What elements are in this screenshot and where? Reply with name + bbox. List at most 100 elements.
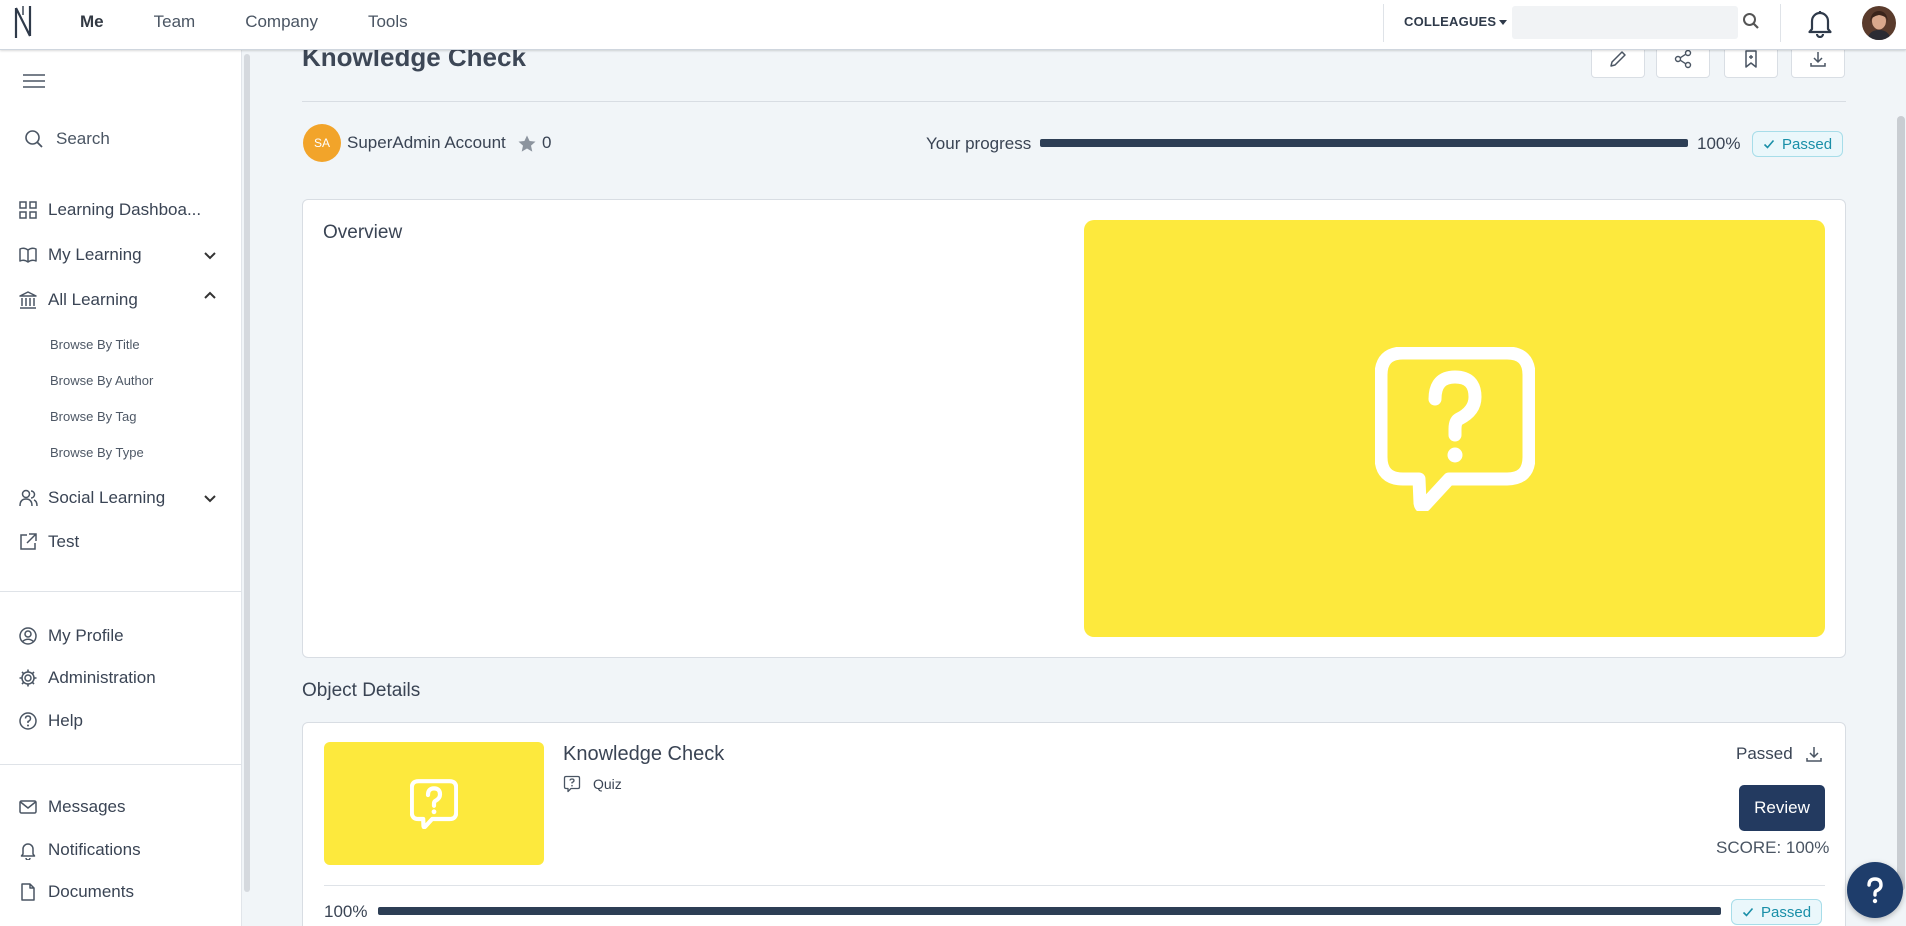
sidebar-item-label: My Learning <box>48 245 142 264</box>
sidebar-divider <box>0 764 242 765</box>
sidebar-item-administration[interactable]: Administration <box>18 665 218 691</box>
progress-fill <box>378 907 1721 915</box>
sidebar-item-my-learning[interactable]: My Learning <box>18 242 218 268</box>
review-button[interactable]: Review <box>1739 785 1825 831</box>
colleague-search-input[interactable] <box>1512 6 1738 39</box>
main-scrollbar[interactable] <box>1897 116 1905 891</box>
gear-icon <box>19 669 37 687</box>
sidebar-search-label: Search <box>56 129 110 148</box>
object-title[interactable]: Knowledge Check <box>563 743 724 766</box>
colleagues-label: COLLEAGUES <box>1404 14 1497 29</box>
user-circle-icon <box>19 627 37 645</box>
object-type-label: Quiz <box>593 776 622 792</box>
score-text: SCORE: 100% <box>1716 838 1830 857</box>
sidebar-sub-browse-author[interactable]: Browse By Author <box>50 373 153 388</box>
chevron-up-icon[interactable] <box>202 288 218 304</box>
user-avatar[interactable] <box>1862 6 1896 40</box>
check-icon <box>1763 139 1775 149</box>
external-link-icon <box>20 533 37 550</box>
quiz-bubble-icon <box>1374 346 1535 511</box>
status-badge-label: Passed <box>1761 903 1812 921</box>
hero-image <box>1084 220 1825 637</box>
topnav-me[interactable]: Me <box>80 12 104 32</box>
check-icon <box>1742 907 1754 917</box>
sidebar-item-documents[interactable]: Documents <box>18 879 218 905</box>
sidebar-item-label: Social Learning <box>48 488 166 507</box>
sidebar-item-messages[interactable]: Messages <box>18 794 218 820</box>
status-badge: Passed <box>1752 131 1844 157</box>
sidebar-item-notifications[interactable]: Notifications <box>18 837 218 863</box>
sidebar-divider <box>0 591 242 592</box>
object-progress-bar <box>378 907 1721 915</box>
sidebar-item-social-learning[interactable]: Social Learning <box>18 485 218 511</box>
help-button[interactable] <box>1847 862 1903 918</box>
quiz-bubble-icon <box>410 778 458 829</box>
progress-fill <box>1040 139 1688 147</box>
object-status: Passed <box>1736 744 1793 763</box>
file-icon <box>21 883 35 901</box>
colleagues-dropdown[interactable]: COLLEAGUES <box>1404 14 1508 29</box>
search-icon[interactable] <box>1742 12 1760 30</box>
object-progress-percent: 100% <box>324 902 368 921</box>
sidebar-search[interactable]: Search <box>24 126 110 152</box>
sidebar-item-label: Help <box>48 711 83 730</box>
bell-icon <box>20 843 36 860</box>
author-name[interactable]: SuperAdmin Account <box>347 133 506 153</box>
object-divider <box>324 885 1825 886</box>
overview-title: Overview <box>323 222 403 243</box>
library-icon <box>19 291 37 309</box>
mail-icon <box>19 800 37 814</box>
progress-percent: 100% <box>1697 134 1741 153</box>
section-title: Object Details <box>302 680 421 701</box>
sidebar-item-label: Messages <box>48 797 126 816</box>
sidebar-item-help[interactable]: Help <box>18 708 218 734</box>
object-thumbnail[interactable] <box>324 742 544 865</box>
edit-icon <box>1610 51 1626 67</box>
divider <box>1780 4 1781 42</box>
users-icon <box>19 489 38 507</box>
sidebar-item-label: Learning Dashboa... <box>48 200 202 219</box>
caret-down-icon <box>1499 20 1508 26</box>
grid-icon <box>19 201 37 219</box>
chevron-down-icon[interactable] <box>202 247 218 263</box>
status-badge: Passed <box>1731 899 1823 925</box>
sidebar-sub-browse-title[interactable]: Browse By Title <box>50 337 140 352</box>
star-icon[interactable] <box>517 134 537 154</box>
help-circle-icon <box>19 712 37 730</box>
divider <box>1383 4 1384 42</box>
quiz-icon <box>563 775 581 793</box>
hamburger-icon[interactable] <box>22 73 46 89</box>
chevron-down-icon[interactable] <box>202 490 218 506</box>
topnav-team[interactable]: Team <box>154 12 196 32</box>
share-icon <box>1674 49 1692 69</box>
sidebar-sub-browse-tag[interactable]: Browse By Tag <box>50 409 136 424</box>
sidebar-item-label: Test <box>48 532 80 551</box>
question-mark-icon <box>1867 877 1883 904</box>
top-nav: Me Team Company Tools <box>80 0 458 44</box>
topnav-tools[interactable]: Tools <box>368 12 408 32</box>
download-icon[interactable] <box>1804 744 1824 764</box>
rating-count: 0 <box>542 133 552 152</box>
object-type: Quiz <box>563 775 622 793</box>
bookmark-icon <box>1745 50 1757 68</box>
topnav-company[interactable]: Company <box>245 12 318 32</box>
sidebar-item-label: Administration <box>48 668 156 687</box>
sidebar-item-test[interactable]: Test <box>18 529 218 555</box>
sidebar-sub-browse-type[interactable]: Browse By Type <box>50 445 144 460</box>
logo-icon[interactable] <box>14 5 32 39</box>
search-icon <box>25 130 43 148</box>
progress-label: Your progress <box>926 134 1032 153</box>
top-bar: Me Team Company Tools COLLEAGUES <box>0 0 1906 50</box>
sidebar-item-label: All Learning <box>48 290 138 309</box>
sidebar-item-label: Notifications <box>48 840 141 859</box>
progress-bar <box>1040 139 1688 147</box>
sidebar-item-my-profile[interactable]: My Profile <box>18 623 218 649</box>
author-avatar[interactable]: SA <box>303 124 341 162</box>
status-badge-label: Passed <box>1782 135 1833 153</box>
book-icon <box>19 247 37 263</box>
download-icon <box>1810 52 1826 67</box>
sidebar-item-learning-dashboard[interactable]: Learning Dashboa... <box>18 197 218 223</box>
sidebar-scrollbar[interactable] <box>244 54 250 892</box>
sidebar-item-all-learning[interactable]: All Learning <box>18 287 218 313</box>
bell-icon[interactable] <box>1806 8 1834 38</box>
